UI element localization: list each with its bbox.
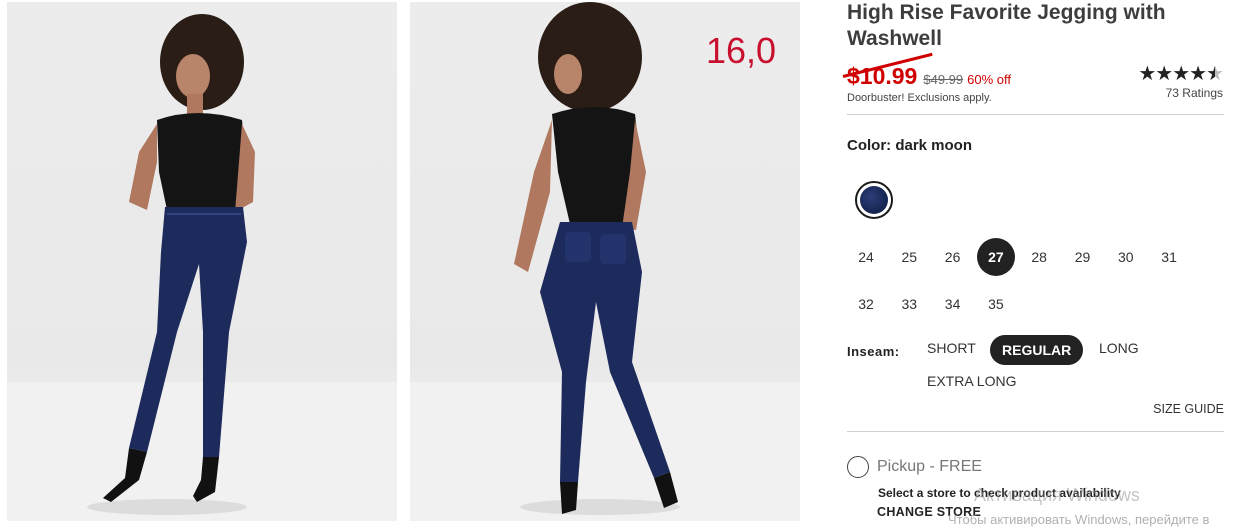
product-photo-back[interactable] (410, 2, 800, 521)
size-option-30[interactable]: 30 (1107, 238, 1145, 276)
pickup-label: Pickup - FREE (877, 458, 982, 475)
star-half-icon: ★★ (1206, 63, 1224, 85)
rating-count[interactable]: 73 Ratings (1138, 86, 1223, 100)
rating-summary[interactable]: ★★★★★★ 73 Ratings (1138, 63, 1224, 100)
color-label: Color: dark moon (847, 137, 973, 154)
product-title-line-2: Washwell (847, 27, 942, 50)
original-price: $49.99 (923, 72, 964, 87)
model-back-illustration (410, 2, 800, 521)
size-option-28[interactable]: 28 (1020, 238, 1058, 276)
divider (847, 114, 1224, 115)
promo-note: Doorbuster! Exclusions apply. (847, 92, 992, 104)
divider (847, 431, 1224, 432)
size-option-32[interactable]: 32 (847, 285, 885, 323)
inseam-option-long[interactable]: LONG (1087, 333, 1151, 363)
os-activation-watermark-title: Активация Windows (974, 485, 1140, 505)
size-option-33[interactable]: 33 (890, 285, 928, 323)
color-swatch-dark-moon[interactable] (855, 181, 893, 219)
size-option-29[interactable]: 29 (1064, 238, 1102, 276)
star-full-icon: ★ (1172, 63, 1190, 85)
star-half-fill: ★ (1206, 64, 1214, 84)
pickup-option[interactable]: Pickup - FREE (847, 456, 982, 478)
size-option-26[interactable]: 26 (934, 238, 972, 276)
inseam-option-regular[interactable]: REGULAR (990, 335, 1084, 365)
rating-stars: ★★★★★★ (1138, 63, 1224, 85)
photo-overlay-note: 16,0 (706, 30, 777, 71)
inseam-option-short[interactable]: SHORT (915, 333, 988, 363)
product-title: High Rise Favorite Jegging with Washwell (847, 0, 1207, 52)
star-full-icon: ★ (1138, 63, 1156, 85)
product-title-line-1: High Rise Favorite Jegging with (847, 1, 1166, 24)
price-row: $10.99 $49.99 60% off (842, 52, 1011, 90)
size-option-25[interactable]: 25 (890, 238, 928, 276)
size-option-27[interactable]: 27 (976, 238, 1015, 276)
swatch-fill (860, 186, 888, 214)
os-activation-watermark-text: Чтобы активировать Windows, перейдите в (948, 512, 1210, 527)
size-option-35[interactable]: 35 (977, 285, 1015, 323)
inseam-label: Inseam: (847, 344, 900, 359)
product-photo-front[interactable] (7, 2, 397, 521)
size-option-34[interactable]: 34 (934, 285, 972, 323)
model-front-illustration (7, 14, 397, 521)
sale-price: $10.99 (842, 52, 933, 90)
star-full-icon: ★ (1155, 63, 1173, 85)
size-guide-link[interactable]: SIZE GUIDE (1153, 402, 1224, 416)
size-option-31[interactable]: 31 (1150, 238, 1188, 276)
percent-off: 60% off (967, 72, 1011, 87)
inseam-option-extra-long[interactable]: EXTRA LONG (915, 366, 1028, 396)
star-full-icon: ★ (1189, 63, 1207, 85)
product-details-panel: High Rise Favorite Jegging with Washwell… (842, 0, 1225, 528)
pickup-radio[interactable] (847, 456, 869, 478)
size-option-24[interactable]: 24 (847, 238, 885, 276)
